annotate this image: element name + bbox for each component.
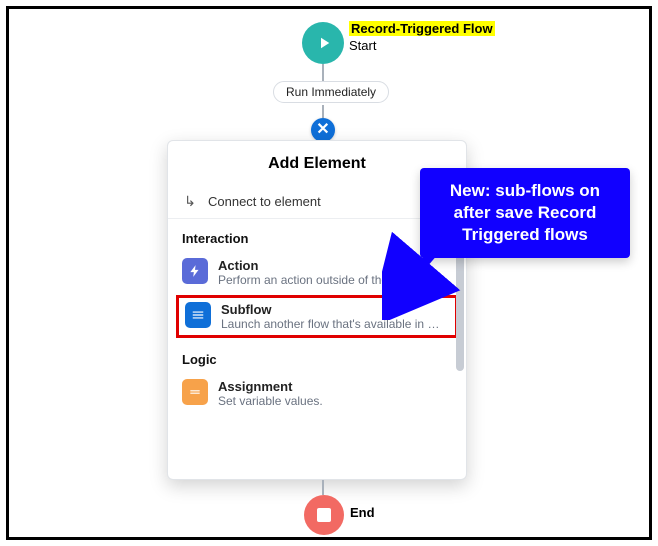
stop-icon (317, 508, 331, 522)
assignment-icon (182, 379, 208, 405)
close-icon: ✕ (316, 122, 329, 138)
play-icon (315, 34, 333, 52)
item-subflow-desc: Launch another flow that's available in … (221, 317, 441, 331)
item-action-title: Action (218, 258, 438, 273)
item-assignment-desc: Set variable values. (218, 394, 323, 408)
timing-pill[interactable]: Run Immediately (273, 81, 389, 103)
item-assignment-title: Assignment (218, 379, 323, 394)
start-subtitle: Start (349, 38, 376, 53)
item-subflow[interactable]: Subflow Launch another flow that's avail… (176, 295, 458, 338)
connect-label: Connect to element (208, 194, 321, 209)
section-logic: Logic (168, 340, 466, 373)
end-label: End (350, 505, 375, 520)
item-action[interactable]: Action Perform an action outside of the … (168, 252, 466, 293)
connector (322, 105, 324, 118)
end-node[interactable] (304, 495, 344, 535)
item-subflow-title: Subflow (221, 302, 441, 317)
start-title: Record-Triggered Flow (349, 21, 495, 36)
item-action-desc: Perform an action outside of the flow. C… (218, 273, 438, 287)
start-node[interactable] (302, 22, 344, 64)
action-icon (182, 258, 208, 284)
connector (322, 480, 324, 495)
connect-arrow-icon: ↳ (182, 193, 198, 210)
item-assignment[interactable]: Assignment Set variable values. (168, 373, 466, 414)
subflow-icon (185, 302, 211, 328)
annotation-callout: New: sub-flows on after save Record Trig… (420, 168, 630, 258)
connector (322, 64, 324, 81)
add-element-button[interactable]: ✕ (311, 118, 335, 142)
